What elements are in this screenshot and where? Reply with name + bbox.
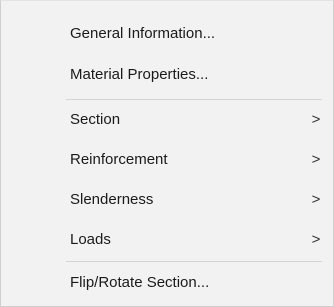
menu-item-slenderness[interactable]: Slenderness >	[1, 182, 333, 216]
menu-item-label: Slenderness	[70, 190, 154, 208]
chevron-right-icon: >	[311, 110, 321, 128]
chevron-right-icon: >	[311, 230, 321, 248]
chevron-right-icon: >	[311, 150, 321, 168]
menu-item-label: Loads	[70, 230, 111, 248]
menu-item-label: Material Properties...	[70, 65, 209, 83]
menu-item-label: Reinforcement	[70, 150, 168, 168]
menu-item-label: General Information...	[70, 24, 216, 42]
chevron-right-icon: >	[311, 190, 321, 208]
menu-separator	[66, 261, 322, 262]
menu-separator	[66, 99, 322, 100]
menu-item-loads[interactable]: Loads >	[1, 222, 333, 256]
menu-item-label: Flip/Rotate Section...	[70, 273, 210, 291]
menu-item-section[interactable]: Section >	[1, 102, 333, 136]
context-menu: General Information... Material Properti…	[0, 0, 334, 307]
menu-item-material-properties[interactable]: Material Properties...	[1, 57, 333, 91]
menu-item-reinforcement[interactable]: Reinforcement >	[1, 142, 333, 176]
menu-item-label: Section	[70, 110, 121, 128]
menu-item-flip-rotate-section[interactable]: Flip/Rotate Section...	[1, 265, 333, 299]
menu-item-general-information[interactable]: General Information...	[1, 16, 333, 50]
